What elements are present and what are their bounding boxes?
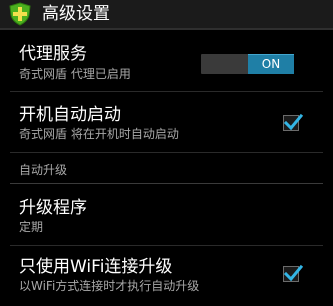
page-title: 高级设置	[42, 4, 110, 24]
pref-autostart-summary: 奇式网盾 将在开机时自动启动	[19, 127, 179, 141]
pref-proxy-title: 代理服务	[19, 44, 87, 64]
shield-cross-icon[interactable]	[8, 2, 32, 26]
proxy-toggle-switch[interactable]: ON	[201, 54, 294, 74]
pref-autostart-title: 开机自动启动	[19, 105, 121, 125]
switch-on-label: ON	[248, 54, 294, 74]
wifi-only-checkbox[interactable]	[283, 264, 304, 282]
pref-upgrade-summary: 定期	[19, 220, 44, 234]
divider	[10, 152, 323, 153]
pref-wifi-summary: 以WiFi方式连接时才执行自动升级	[19, 279, 200, 293]
check-icon	[283, 264, 304, 282]
pref-upgrade-program[interactable]: 升级程序 定期	[0, 184, 333, 244]
category-header-upgrade: 自动升级	[19, 163, 68, 177]
pref-wifi-title: 只使用WiFi连接升级	[19, 257, 173, 277]
action-bar: 高级设置	[0, 0, 333, 30]
pref-upgrade-title: 升级程序	[19, 198, 87, 218]
pref-proxy-summary: 奇式网盾 代理已启用	[19, 67, 131, 81]
check-icon	[283, 113, 304, 131]
autostart-checkbox[interactable]	[283, 113, 304, 131]
